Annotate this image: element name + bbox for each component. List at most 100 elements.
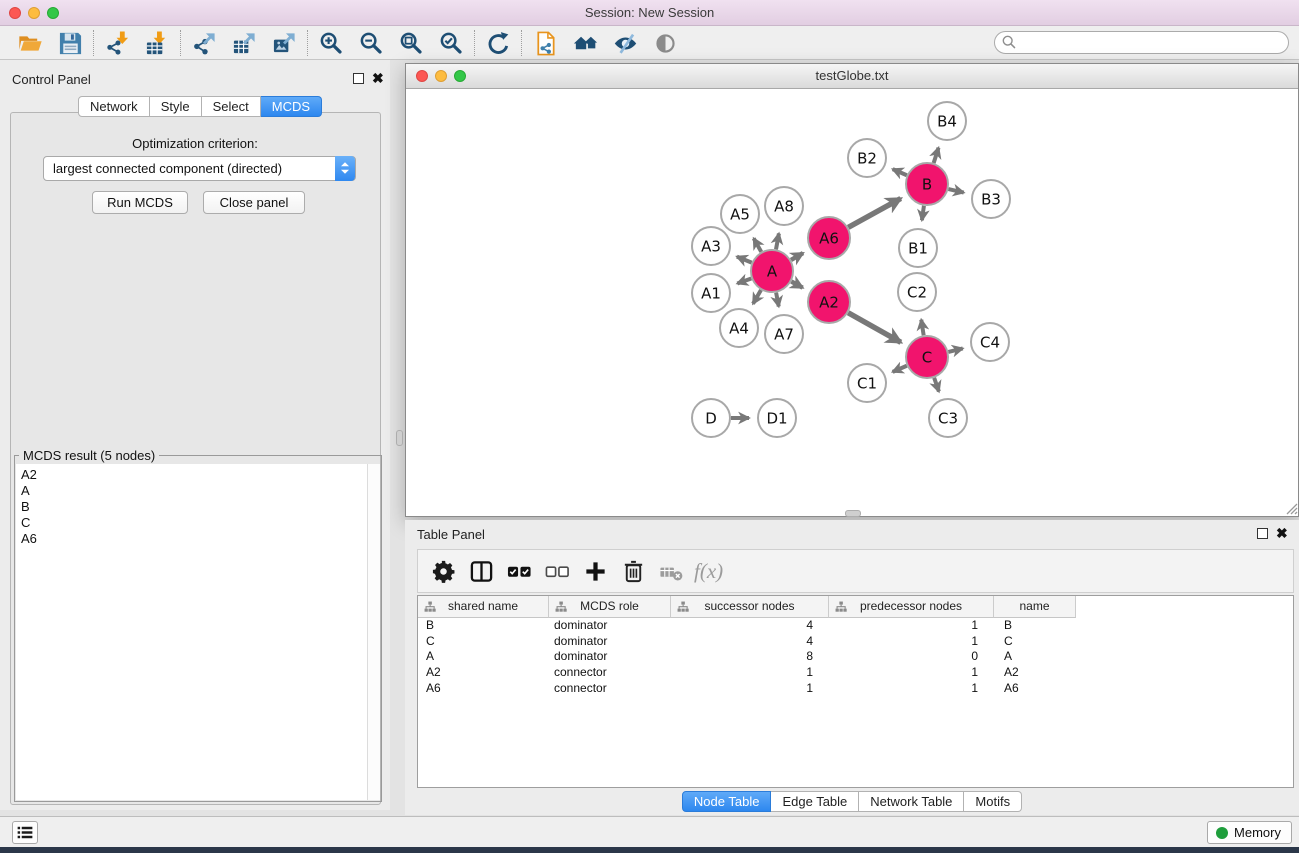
column-header-shared-name[interactable]: shared name: [418, 596, 549, 618]
cell-successor-nodes[interactable]: 1: [671, 665, 829, 681]
open-session-icon[interactable]: [10, 28, 50, 58]
node-B2[interactable]: B2: [848, 139, 886, 177]
hide-network-icon[interactable]: [605, 28, 645, 58]
cell-MCDS-role[interactable]: connector: [549, 665, 671, 681]
node-A5[interactable]: A5: [721, 195, 759, 233]
node-D[interactable]: D: [692, 399, 730, 437]
create-column-icon[interactable]: [576, 554, 614, 588]
edge-A-A5[interactable]: [754, 238, 762, 251]
cell-name[interactable]: A2: [994, 665, 1076, 681]
cell-predecessor-nodes[interactable]: 1: [829, 618, 994, 634]
cell-shared-name[interactable]: B: [418, 618, 549, 634]
cell-successor-nodes[interactable]: 1: [671, 681, 829, 697]
edge-C-C1[interactable]: [893, 366, 907, 372]
node-B[interactable]: B: [906, 163, 948, 205]
edge-A-A3[interactable]: [737, 257, 752, 263]
cell-successor-nodes[interactable]: 4: [671, 634, 829, 650]
search-input[interactable]: [994, 31, 1289, 54]
edge-A-A2[interactable]: [791, 282, 802, 288]
column-header-successor-nodes[interactable]: successor nodes: [671, 596, 829, 618]
unselect-all-columns-icon[interactable]: [538, 554, 576, 588]
node-C3[interactable]: C3: [929, 399, 967, 437]
export-image-icon[interactable]: [264, 28, 304, 58]
table-row[interactable]: Cdominator41C: [418, 634, 1293, 650]
cell-successor-nodes[interactable]: 4: [671, 618, 829, 634]
tab-node-table[interactable]: Node Table: [682, 791, 772, 812]
close-panel-button[interactable]: Close panel: [203, 191, 305, 214]
cell-MCDS-role[interactable]: dominator: [549, 649, 671, 665]
edge-A-A7[interactable]: [776, 293, 779, 307]
edge-A2-C[interactable]: [848, 313, 901, 343]
network-horizontal-scrollbar[interactable]: [845, 510, 861, 517]
import-network-icon[interactable]: [97, 28, 137, 58]
float-table-panel-icon[interactable]: [1257, 528, 1268, 539]
cell-name[interactable]: B: [994, 618, 1076, 634]
cell-MCDS-role[interactable]: dominator: [549, 634, 671, 650]
mcds-result-item[interactable]: C: [21, 515, 367, 531]
edge-A-A6[interactable]: [791, 253, 803, 260]
node-D1[interactable]: D1: [758, 399, 796, 437]
new-network-from-file-icon[interactable]: [525, 28, 565, 58]
node-B1[interactable]: B1: [899, 229, 937, 267]
node-A1[interactable]: A1: [692, 274, 730, 312]
node-B3[interactable]: B3: [972, 180, 1010, 218]
node-A7[interactable]: A7: [765, 315, 803, 353]
edge-B-B4[interactable]: [934, 148, 939, 163]
network-canvas[interactable]: AA6A2BCA5A8A3A1A4A7B2B4B3B1C2C4C1C3DD1: [406, 89, 1298, 516]
edge-A6-B[interactable]: [848, 198, 900, 227]
cell-predecessor-nodes[interactable]: 1: [829, 665, 994, 681]
network-window-titlebar[interactable]: testGlobe.txt: [406, 64, 1298, 89]
node-C1[interactable]: C1: [848, 364, 886, 402]
cell-predecessor-nodes[interactable]: 0: [829, 649, 994, 665]
delete-column-icon[interactable]: [614, 554, 652, 588]
tab-network-table[interactable]: Network Table: [859, 791, 964, 812]
column-header-predecessor-nodes[interactable]: predecessor nodes: [829, 596, 994, 618]
zoom-out-icon[interactable]: [351, 28, 391, 58]
cell-shared-name[interactable]: A2: [418, 665, 549, 681]
tab-style[interactable]: Style: [150, 96, 202, 117]
home-icon[interactable]: [565, 28, 605, 58]
show-network-icon[interactable]: [645, 28, 685, 58]
node-A4[interactable]: A4: [720, 309, 758, 347]
tab-network[interactable]: Network: [78, 96, 150, 117]
node-A8[interactable]: A8: [765, 187, 803, 225]
cell-shared-name[interactable]: C: [418, 634, 549, 650]
mcds-result-item[interactable]: A: [21, 483, 367, 499]
edge-C-C2[interactable]: [921, 320, 923, 336]
task-history-button[interactable]: [12, 821, 38, 844]
mcds-result-item[interactable]: A2: [21, 467, 367, 483]
table-row[interactable]: A2connector11A2: [418, 665, 1293, 681]
edge-B-B1[interactable]: [922, 206, 924, 220]
node-B4[interactable]: B4: [928, 102, 966, 140]
run-mcds-button[interactable]: Run MCDS: [92, 191, 188, 214]
result-list-scrollbar[interactable]: [367, 464, 380, 800]
node-A6[interactable]: A6: [808, 217, 850, 259]
column-header-name[interactable]: name: [994, 596, 1076, 618]
criterion-dropdown[interactable]: largest connected component (directed): [43, 156, 356, 181]
edge-C-C3[interactable]: [934, 378, 939, 392]
cell-shared-name[interactable]: A6: [418, 681, 549, 697]
split-pane-icon[interactable]: [462, 554, 500, 588]
cell-successor-nodes[interactable]: 8: [671, 649, 829, 665]
network-vertical-scrollbar[interactable]: [396, 430, 403, 446]
edge-C-C4[interactable]: [948, 348, 962, 351]
select-all-columns-icon[interactable]: [500, 554, 538, 588]
table-row[interactable]: A6connector11A6: [418, 681, 1293, 697]
refresh-view-icon[interactable]: [478, 28, 518, 58]
close-table-panel-icon[interactable]: ✖: [1276, 528, 1288, 539]
save-session-icon[interactable]: [50, 28, 90, 58]
cell-MCDS-role[interactable]: connector: [549, 681, 671, 697]
mcds-result-item[interactable]: B: [21, 499, 367, 515]
mcds-result-item[interactable]: A6: [21, 531, 367, 547]
table-row[interactable]: Bdominator41B: [418, 618, 1293, 634]
edge-A-A1[interactable]: [737, 278, 751, 283]
node-A3[interactable]: A3: [692, 227, 730, 265]
settings-gear-icon[interactable]: [424, 554, 462, 588]
import-table-icon[interactable]: [137, 28, 177, 58]
zoom-in-icon[interactable]: [311, 28, 351, 58]
table-row[interactable]: Adominator80A: [418, 649, 1293, 665]
window-resize-grip[interactable]: [1284, 501, 1299, 516]
node-A[interactable]: A: [751, 250, 793, 292]
cell-MCDS-role[interactable]: dominator: [549, 618, 671, 634]
edge-A-A8[interactable]: [776, 234, 779, 250]
